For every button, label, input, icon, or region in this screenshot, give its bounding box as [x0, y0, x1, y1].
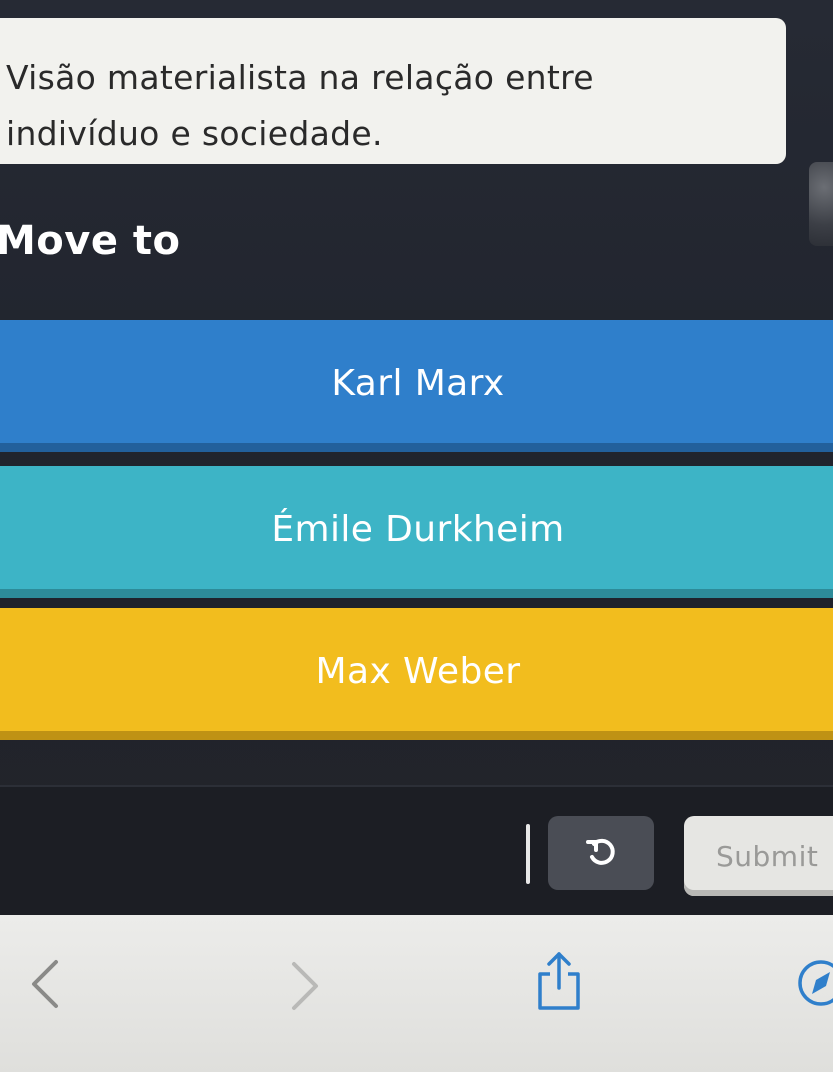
- submit-button[interactable]: Submit: [684, 816, 833, 896]
- choice-label: Max Weber: [315, 650, 521, 692]
- toolbar-divider: [526, 824, 530, 884]
- choice-label: Émile Durkheim: [271, 508, 565, 550]
- safari-icon[interactable]: [796, 958, 833, 1008]
- quiz-screen: Visão materialista na relação entre indi…: [0, 0, 833, 1072]
- choice-karl-marx[interactable]: Karl Marx: [0, 320, 833, 452]
- move-to-label: Move to: [0, 218, 181, 264]
- choice-emile-durkheim[interactable]: Émile Durkheim: [0, 466, 833, 598]
- submit-label: Submit: [716, 839, 819, 873]
- statement-line-2: indivíduo e sociedade.: [6, 114, 383, 153]
- forward-icon[interactable]: [286, 960, 322, 1012]
- statement-card: Visão materialista na relação entre indi…: [0, 18, 786, 164]
- share-icon[interactable]: [534, 950, 584, 1014]
- browser-toolbar: [0, 915, 833, 1072]
- undo-icon: [586, 838, 615, 865]
- statement-line-1: Visão materialista na relação entre: [6, 58, 594, 97]
- choice-label: Karl Marx: [331, 362, 505, 404]
- choice-max-weber[interactable]: Max Weber: [0, 608, 833, 740]
- back-icon[interactable]: [28, 958, 64, 1010]
- side-avatar: [809, 162, 833, 246]
- undo-button[interactable]: [548, 816, 654, 890]
